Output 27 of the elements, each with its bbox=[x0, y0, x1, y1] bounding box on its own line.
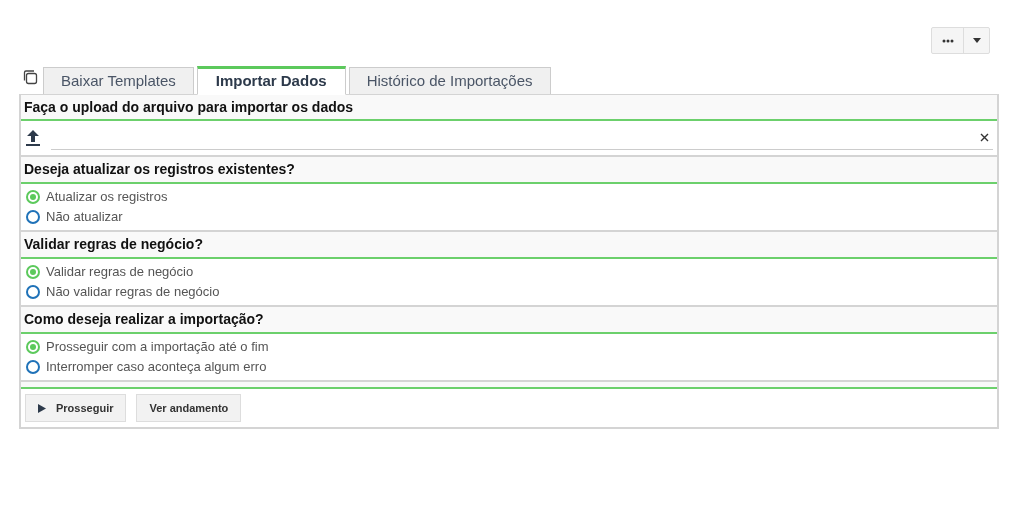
option-label: Não validar regras de negócio bbox=[46, 283, 220, 302]
radio-button[interactable] bbox=[26, 285, 40, 299]
caret-icon bbox=[972, 38, 981, 43]
option-label: Não atualizar bbox=[46, 208, 123, 227]
radio-button[interactable] bbox=[26, 210, 40, 224]
action-button[interactable]: Prosseguir bbox=[25, 394, 127, 422]
radio-button[interactable] bbox=[26, 360, 40, 374]
more-icon bbox=[941, 38, 954, 43]
copy-icon[interactable] bbox=[22, 69, 38, 85]
tab[interactable]: Histórico de Importações bbox=[348, 67, 551, 94]
radio-button[interactable] bbox=[26, 190, 40, 204]
radio-button[interactable] bbox=[26, 265, 40, 279]
option-label: Validar regras de negócio bbox=[46, 263, 194, 282]
tab[interactable]: Baixar Templates bbox=[43, 67, 194, 94]
tab[interactable]: Importar Dados bbox=[196, 66, 346, 95]
radio-button[interactable] bbox=[26, 340, 40, 354]
section-header: Validar regras de negócio? bbox=[21, 232, 997, 259]
section-header: Deseja atualizar os registros existentes? bbox=[21, 157, 997, 184]
play-icon bbox=[38, 403, 46, 413]
option-label: Interromper caso aconteça algum erro bbox=[46, 358, 267, 377]
section-header: Faça o upload do arquivo para importar os dados bbox=[21, 95, 997, 121]
section-header: Como deseja realizar a importação? bbox=[21, 307, 997, 334]
clear-icon[interactable] bbox=[980, 133, 989, 142]
upload-icon[interactable] bbox=[25, 129, 41, 147]
action-button[interactable]: Ver andamento bbox=[136, 394, 242, 422]
option-label: Atualizar os registros bbox=[46, 188, 168, 207]
option-label: Prosseguir com a importação até o fim bbox=[46, 338, 269, 357]
